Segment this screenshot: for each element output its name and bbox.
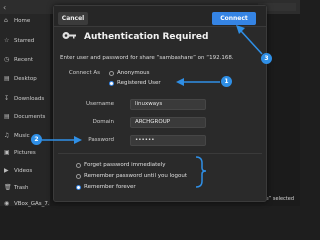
annotation-layer xyxy=(42,25,263,188)
arrow-3-head xyxy=(236,25,245,34)
annotation-badge-3: 3 xyxy=(261,53,272,64)
annotation-badge-1: 1 xyxy=(221,76,232,87)
arrow-3 xyxy=(240,30,263,55)
arrow-1-head xyxy=(176,78,184,86)
arrow-2-head xyxy=(74,136,82,144)
options-brace xyxy=(195,156,207,188)
annotation-badge-2: 2 xyxy=(31,134,42,145)
